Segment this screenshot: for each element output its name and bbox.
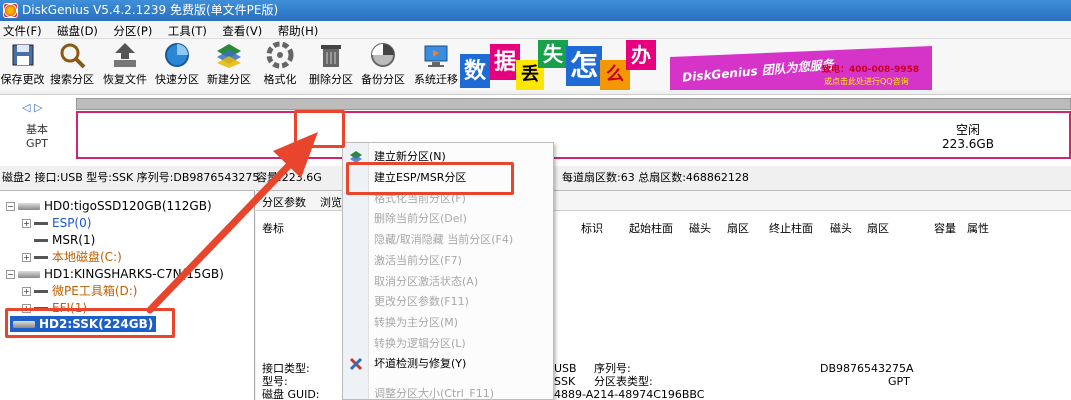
annotation-arrow [146, 132, 318, 314]
